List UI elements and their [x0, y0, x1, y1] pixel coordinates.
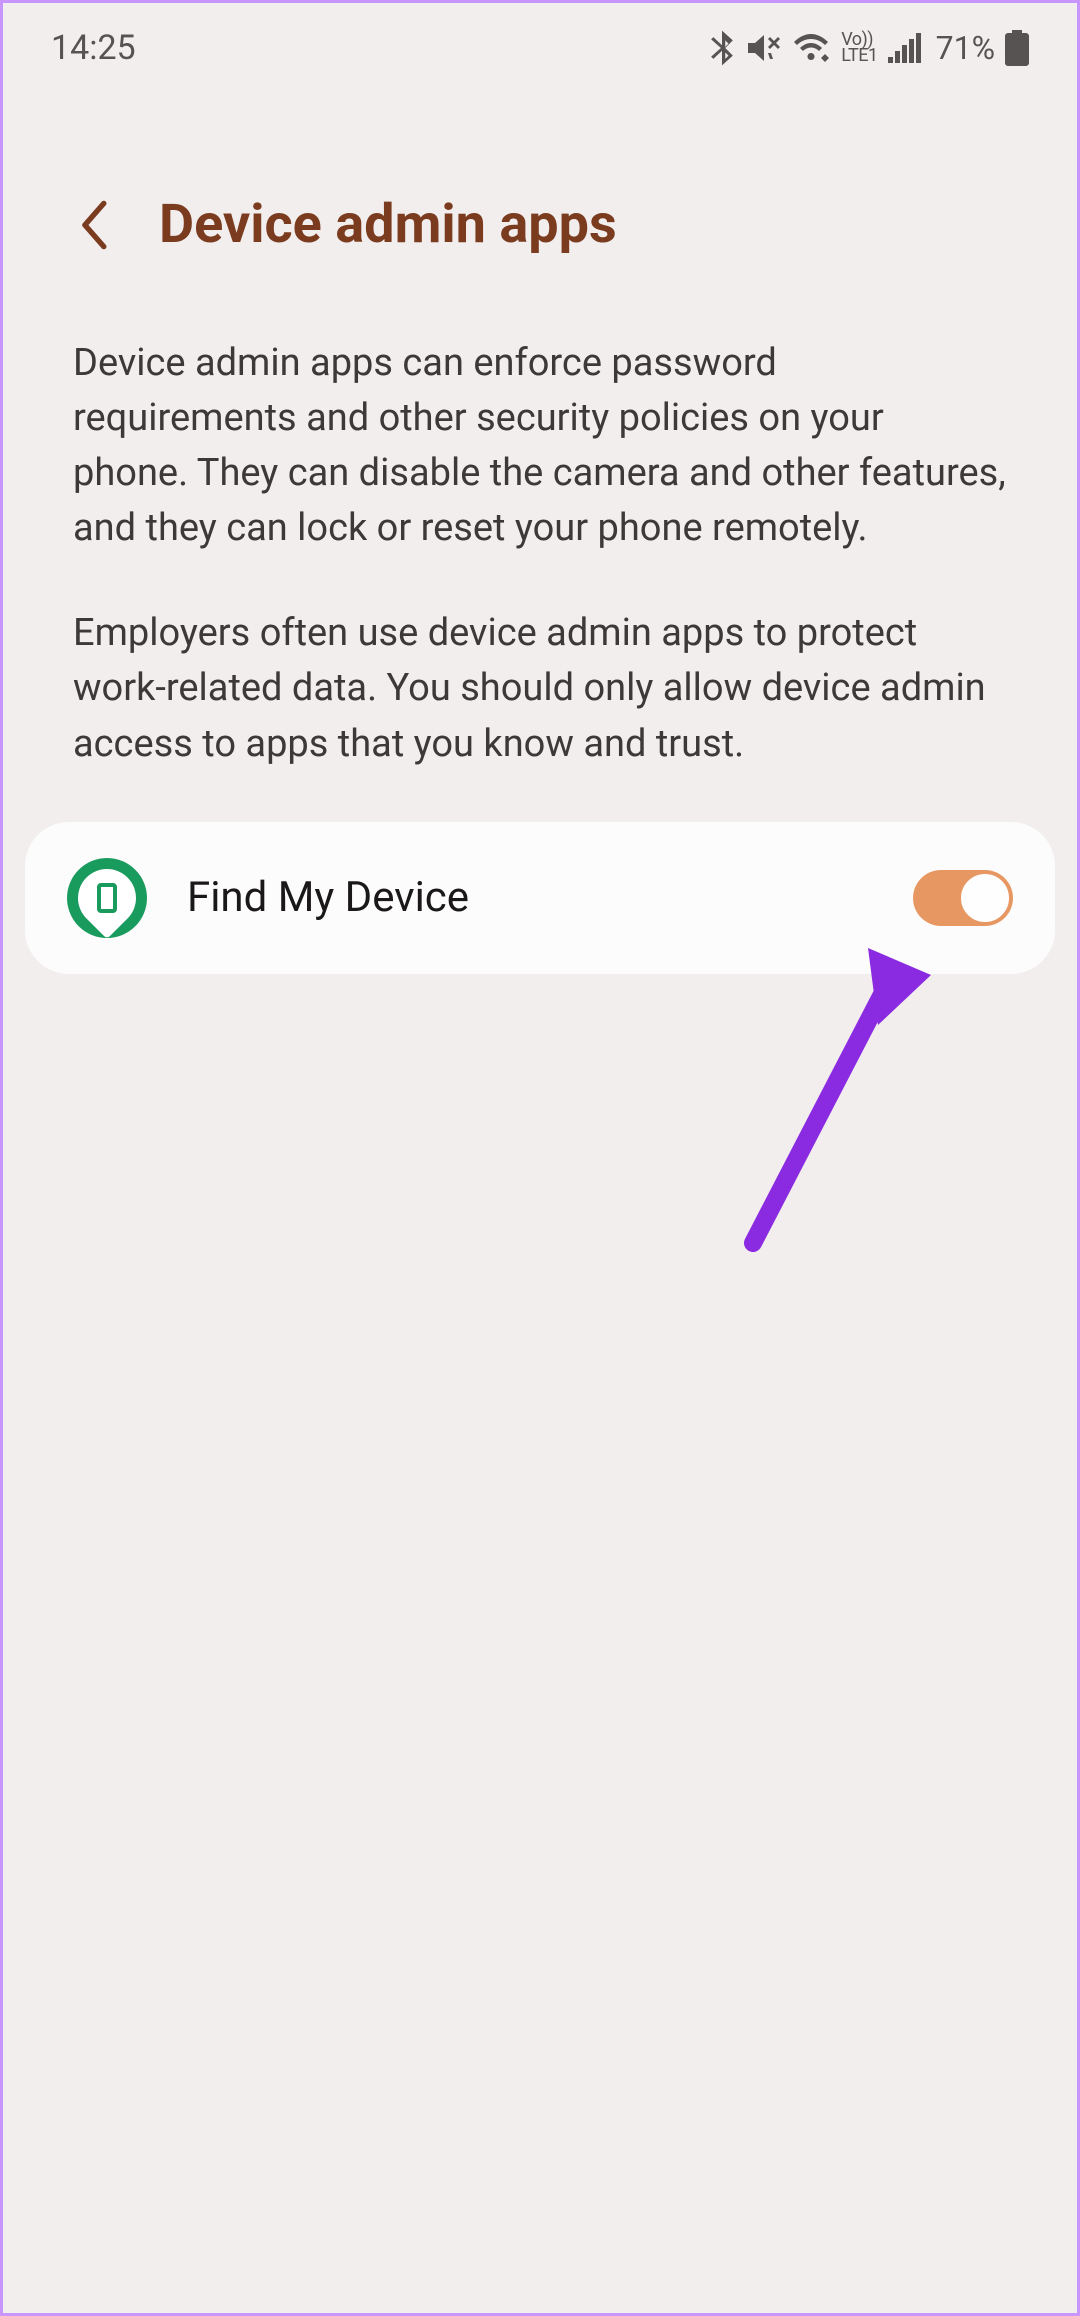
app-toggle[interactable]: [913, 870, 1013, 926]
find-my-device-icon: [67, 858, 147, 938]
description-block: Device admin apps can enforce password r…: [3, 306, 1077, 772]
back-icon[interactable]: [75, 198, 111, 252]
volte-icon: Vo)) LTE1: [841, 32, 877, 64]
page-title: Device admin apps: [159, 193, 617, 256]
mute-icon: [745, 31, 781, 65]
description-p1: Device admin apps can enforce password r…: [73, 336, 1007, 556]
signal-icon: [888, 33, 922, 63]
description-p2: Employers often use device admin apps to…: [73, 606, 1007, 771]
status-time: 14:25: [51, 28, 136, 68]
battery-icon: [1005, 30, 1029, 66]
status-icons: Vo)) LTE1 71%: [709, 29, 1029, 67]
bluetooth-icon: [709, 30, 735, 66]
toggle-knob: [959, 872, 1011, 924]
status-bar: 14:25 Vo)) LTE1 71%: [3, 3, 1077, 93]
wifi-icon: [791, 32, 831, 64]
annotation-arrow: [663, 933, 943, 1273]
app-row[interactable]: Find My Device: [25, 822, 1055, 974]
battery-percent: 71%: [936, 29, 995, 67]
page-header: Device admin apps: [3, 93, 1077, 306]
app-name: Find My Device: [187, 873, 873, 922]
